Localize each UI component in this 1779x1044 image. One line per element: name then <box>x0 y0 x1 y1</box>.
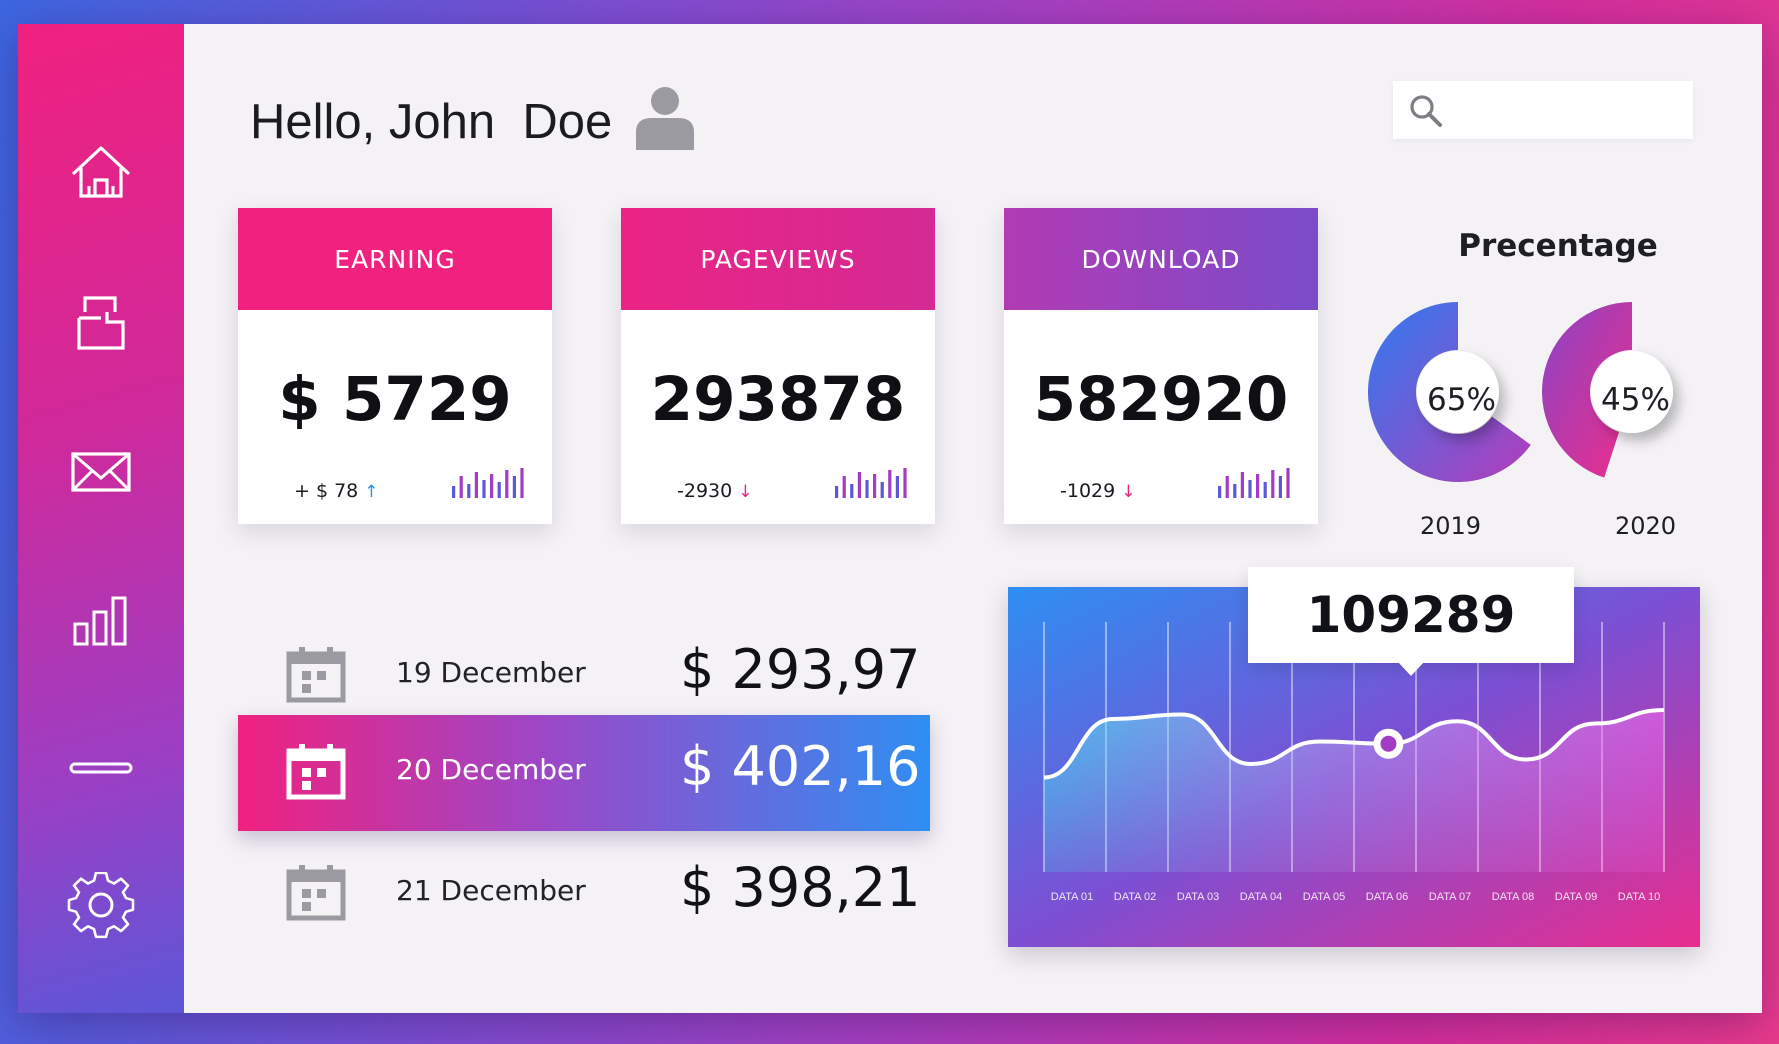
transaction-row-selected[interactable]: 20 December $ 402,16 <box>238 715 930 831</box>
arrow-down-icon: ↓ <box>738 482 753 502</box>
mini-bar <box>482 480 486 498</box>
mini-bar <box>520 468 524 498</box>
transaction-amount: $ 398,21 <box>680 856 921 919</box>
mini-bar <box>1256 474 1260 498</box>
sidebar-item-stats[interactable] <box>61 580 141 660</box>
search-box[interactable] <box>1393 81 1693 141</box>
bar-chart-icon <box>73 596 127 646</box>
dashboard-frame: Hello, John Doe EARNING $ 5729 + $ 78 ↑ P… <box>18 24 1762 1013</box>
transaction-row[interactable]: 21 December $ 398,21 <box>238 836 930 952</box>
mini-bar <box>1225 476 1229 498</box>
mini-bar <box>452 486 456 498</box>
sidebar-item-settings[interactable] <box>61 866 141 946</box>
mini-bar <box>1278 476 1282 498</box>
mini-bar <box>865 480 869 498</box>
card-value: 293878 <box>650 364 906 435</box>
x-tick-label: DATA 01 <box>1051 891 1093 903</box>
home-icon <box>71 146 131 198</box>
x-tick-label: DATA 02 <box>1114 891 1156 903</box>
mini-bar <box>497 482 501 498</box>
x-tick-label: DATA 05 <box>1303 891 1345 903</box>
calendar-icon <box>286 865 346 921</box>
donut-year: 2019 <box>1420 512 1482 540</box>
transaction-amount: $ 402,16 <box>680 735 921 798</box>
mini-bar <box>1233 484 1237 498</box>
mini-bar <box>873 474 877 498</box>
donut-value: 45% <box>1601 382 1670 418</box>
mini-bar <box>490 474 494 498</box>
mini-bar <box>1263 482 1267 498</box>
transaction-date: 19 December <box>396 656 586 689</box>
x-tick-label: DATA 07 <box>1429 891 1471 903</box>
card-delta: + $ 78 ↑ <box>294 480 379 502</box>
mail-icon <box>71 452 131 492</box>
mini-bar <box>888 470 892 498</box>
avatar-icon[interactable] <box>634 84 696 150</box>
delta-text: -2930 <box>677 480 733 502</box>
chart-tooltip: 109289 <box>1248 567 1574 676</box>
mini-bar <box>850 484 854 498</box>
x-tick-label: DATA 10 <box>1618 891 1660 903</box>
sidebar-item-home[interactable] <box>61 134 141 214</box>
sidebar <box>18 24 184 1013</box>
arrow-up-icon: ↑ <box>364 482 379 502</box>
folder-icon <box>77 296 125 350</box>
delta-text: + $ 78 <box>294 480 359 502</box>
mini-bar <box>835 486 839 498</box>
card-value: 582920 <box>1033 364 1289 435</box>
mini-bar <box>505 470 509 498</box>
mini-bar <box>1248 480 1252 498</box>
card-delta: -2930 ↓ <box>677 480 752 502</box>
mini-bar <box>1218 486 1222 498</box>
mini-bar <box>1240 472 1244 498</box>
transaction-amount: $ 293,97 <box>680 638 921 701</box>
mini-bar <box>903 468 907 498</box>
transaction-date: 21 December <box>396 874 586 907</box>
pageviews-card: PAGEVIEWS 293878 -2930 ↓ <box>621 208 935 524</box>
x-tick-label: DATA 09 <box>1555 891 1597 903</box>
page-title: Hello, John Doe <box>250 95 613 149</box>
mini-bar <box>1271 470 1275 498</box>
card-title: PAGEVIEWS <box>621 208 935 310</box>
x-tick-label: DATA 04 <box>1240 891 1282 903</box>
mini-bar-chart-icon <box>1218 468 1290 498</box>
mini-bar <box>880 482 884 498</box>
donut-year: 2020 <box>1615 512 1677 540</box>
download-card: DOWNLOAD 582920 -1029 ↓ <box>1004 208 1318 524</box>
sidebar-item-folder[interactable] <box>61 282 141 362</box>
mini-bar <box>512 476 516 498</box>
x-tick-label: DATA 06 <box>1366 891 1408 903</box>
highlight-marker-dot <box>1380 735 1397 752</box>
earning-card: EARNING $ 5729 + $ 78 ↑ <box>238 208 552 524</box>
sidebar-item-mail[interactable] <box>61 432 141 512</box>
card-value: $ 5729 <box>278 364 512 435</box>
calendar-icon <box>286 647 346 703</box>
card-delta: -1029 ↓ <box>1060 480 1135 502</box>
mini-bar <box>842 476 846 498</box>
mini-bar <box>1286 468 1290 498</box>
x-tick-label: DATA 03 <box>1177 891 1219 903</box>
mini-bar <box>895 476 899 498</box>
calendar-icon <box>286 744 346 800</box>
mini-bar-chart-icon <box>835 468 907 498</box>
delta-text: -1029 <box>1060 480 1116 502</box>
mini-bar-chart-icon <box>452 468 524 498</box>
sidebar-item-minimize[interactable] <box>61 728 141 808</box>
mini-bar <box>467 484 471 498</box>
search-icon[interactable] <box>1408 93 1444 129</box>
mini-bar <box>474 472 478 498</box>
percentage-title: Precentage <box>1458 228 1658 264</box>
mini-bar <box>857 472 861 498</box>
card-title: EARNING <box>238 208 552 310</box>
card-title: DOWNLOAD <box>1004 208 1318 310</box>
x-tick-label: DATA 08 <box>1492 891 1534 903</box>
mini-bar <box>459 476 463 498</box>
minus-icon <box>69 762 133 774</box>
gear-icon <box>67 872 135 939</box>
transaction-date: 20 December <box>396 753 586 786</box>
donut-value: 65% <box>1427 382 1496 418</box>
search-input[interactable] <box>1453 81 1687 141</box>
arrow-down-icon: ↓ <box>1121 482 1136 502</box>
